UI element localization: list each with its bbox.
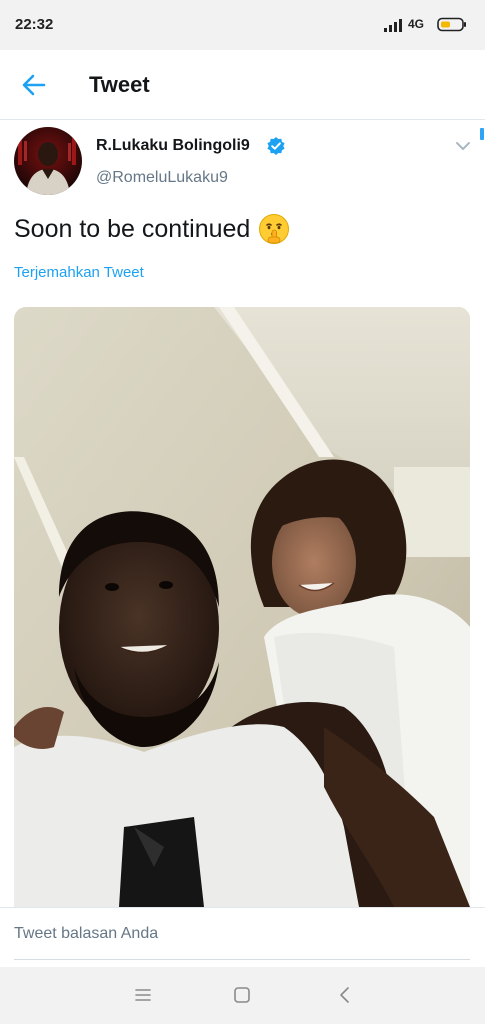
avatar[interactable]: [14, 127, 82, 195]
reply-input[interactable]: [14, 908, 470, 960]
avatar-image: [14, 127, 82, 195]
page-title: Tweet: [89, 72, 150, 97]
author-handle[interactable]: @RomeluLukaku9: [96, 169, 228, 187]
chevron-down-icon[interactable]: [452, 138, 474, 154]
network-label: 4G: [408, 17, 425, 31]
translate-tweet-link[interactable]: Terjemahkan Tweet: [14, 264, 144, 281]
back-button[interactable]: [14, 68, 54, 102]
back-triangle-icon[interactable]: [333, 985, 357, 1005]
scroll-indicator: [480, 128, 484, 140]
menu-lines-icon[interactable]: [131, 985, 155, 1005]
status-time: 22:32: [15, 16, 54, 33]
author-name[interactable]: R.Lukaku Bolingoli9: [96, 137, 250, 155]
screen: 22:32 4G Tweet R.Lukaku Bolingoli9 @Rome…: [0, 0, 485, 1024]
tweet-text-content: Soon to be continued: [14, 214, 251, 243]
signal-bars-icon: [384, 19, 402, 32]
tweet-text: Soon to be continued: [14, 213, 290, 245]
system-nav-bar: [0, 967, 485, 1024]
selfie-photo-image: [14, 307, 470, 907]
status-bar: 22:32 4G: [0, 0, 485, 50]
reply-bar: [0, 907, 485, 967]
shushing-face-emoji-icon: [259, 214, 290, 244]
tweet-photo[interactable]: [14, 307, 470, 907]
home-square-icon[interactable]: [230, 985, 254, 1005]
battery-icon: [437, 17, 466, 32]
verified-badge-icon: [267, 137, 285, 155]
app-header: Tweet: [0, 50, 485, 120]
arrow-left-icon: [22, 74, 46, 96]
